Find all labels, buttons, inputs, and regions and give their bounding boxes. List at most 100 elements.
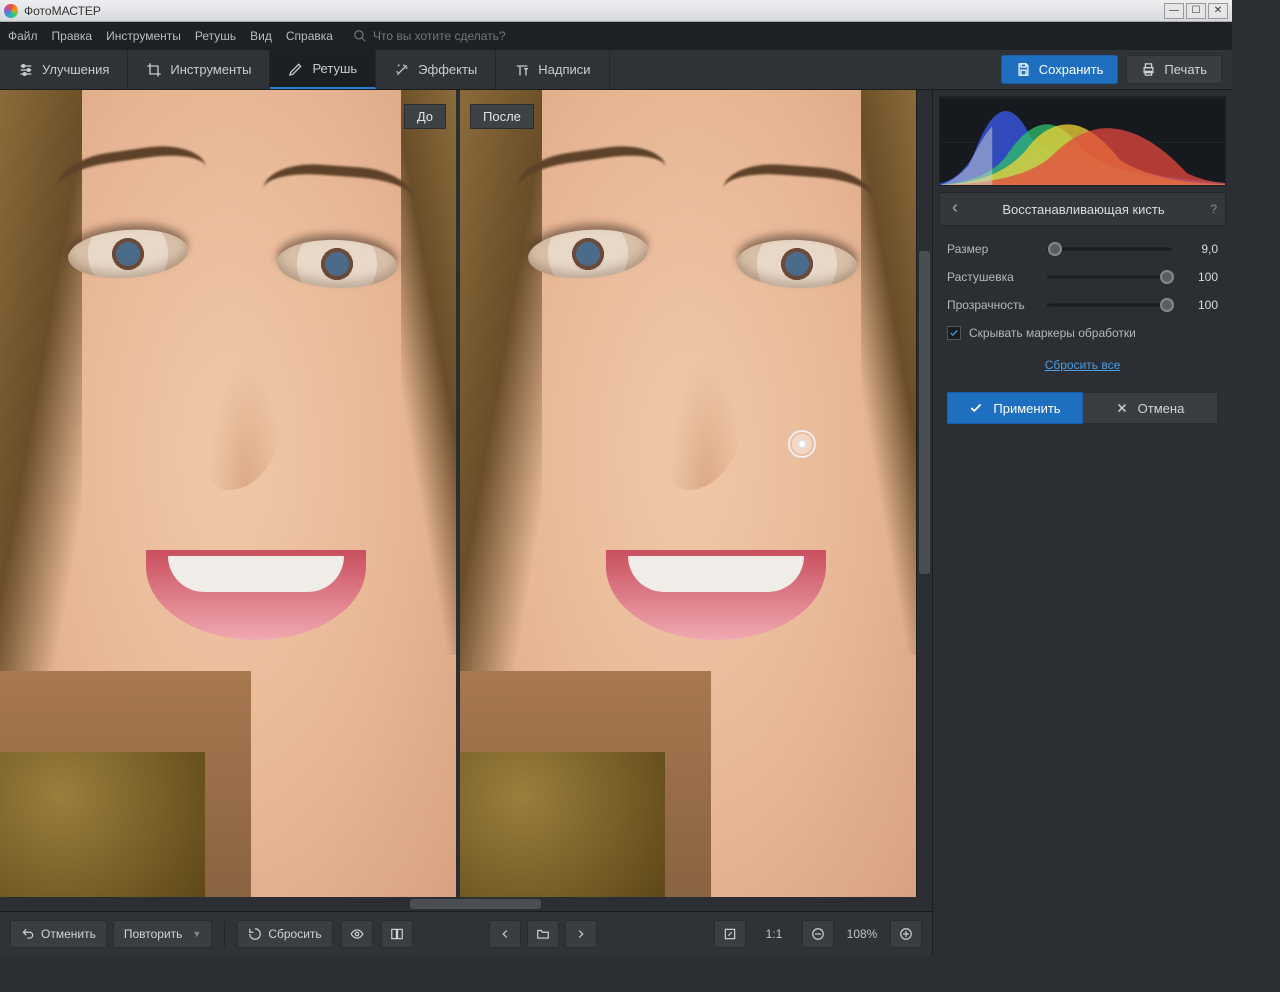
opacity-value: 100 [1182,298,1218,312]
minus-icon [811,927,825,941]
close-icon [1116,402,1128,414]
chevron-left-icon [948,201,962,215]
menu-bar: Файл Правка Инструменты Ретушь Вид Справ… [0,22,1232,50]
menu-help[interactable]: Справка [286,29,333,43]
hide-markers-checkbox[interactable] [947,326,961,340]
feather-label: Растушевка [947,270,1037,284]
photo-before [0,90,456,897]
size-slider[interactable] [1047,242,1172,256]
print-button-label: Печать [1164,62,1207,77]
horizontal-scrollbar[interactable] [0,897,932,911]
tab-enhance-label: Улучшения [42,62,109,77]
redo-label: Повторить [124,927,183,941]
nav-next-button[interactable] [565,920,597,948]
folder-icon [536,927,550,941]
app-logo-icon [4,4,18,18]
photo-after [460,90,916,897]
size-label: Размер [947,242,1037,256]
open-folder-button[interactable] [527,920,559,948]
reset-all-link[interactable]: Сбросить все [947,358,1218,372]
tab-enhance[interactable]: Улучшения [0,50,128,89]
apply-button[interactable]: Применить [947,392,1083,424]
nav-prev-button[interactable] [489,920,521,948]
tab-retouch-label: Ретушь [312,61,357,76]
before-pane[interactable]: До [0,90,456,897]
chevron-down-icon: ▼ [192,929,201,939]
reset-icon [248,927,262,941]
menu-search [353,29,573,43]
check-icon [949,328,959,338]
histogram[interactable] [939,96,1226,186]
after-pane[interactable]: После [456,90,916,897]
chevron-left-icon [498,927,512,941]
menu-tools[interactable]: Инструменты [106,29,181,43]
top-toolbar: Улучшения Инструменты Ретушь Эффекты Над… [0,50,1232,90]
crop-icon [146,62,162,78]
menu-retouch[interactable]: Ретушь [195,29,236,43]
undo-icon [21,927,35,941]
menu-edit[interactable]: Правка [52,29,93,43]
close-button[interactable]: ✕ [1208,3,1228,19]
apply-label: Применить [993,401,1060,416]
redo-button[interactable]: Повторить ▼ [113,920,213,948]
tab-tools[interactable]: Инструменты [128,50,270,89]
cancel-label: Отмена [1138,401,1185,416]
tab-retouch[interactable]: Ретушь [270,50,376,89]
app-title: ФотоМАСТЕР [24,4,101,18]
fit-screen-button[interactable] [714,920,746,948]
print-icon [1141,62,1156,77]
before-badge: До [404,104,446,129]
title-bar: ФотоМАСТЕР — ☐ ✕ [0,0,1232,22]
search-input[interactable] [373,29,573,43]
size-row: Размер 9,0 [947,242,1218,256]
viewport: До После [0,90,932,897]
save-button-label: Сохранить [1039,62,1104,77]
reset-button[interactable]: Сбросить [237,920,332,948]
panel-title: Восстанавливающая кисть [968,202,1199,217]
menu-view[interactable]: Вид [250,29,272,43]
cancel-button[interactable]: Отмена [1083,392,1218,424]
right-panel: Восстанавливающая кисть ? Размер 9,0 Рас… [932,90,1232,955]
opacity-slider[interactable] [1047,298,1172,312]
zoom-out-button[interactable] [802,920,834,948]
panel-help-button[interactable]: ? [1199,202,1217,216]
wand-icon [394,62,410,78]
minimize-button[interactable]: — [1164,3,1184,19]
compare-icon [390,927,404,941]
after-badge: После [470,104,534,129]
compare-button[interactable] [381,920,413,948]
undo-label: Отменить [41,927,96,941]
zoom-11-label[interactable]: 1:1 [752,927,796,941]
brush-icon [288,61,304,77]
zoom-value: 108% [840,927,884,941]
tab-effects[interactable]: Эффекты [376,50,496,89]
text-icon [514,62,530,78]
preview-button[interactable] [341,920,373,948]
search-icon [353,29,367,43]
tab-text[interactable]: Надписи [496,50,609,89]
feather-row: Растушевка 100 [947,270,1218,284]
opacity-label: Прозрачность [947,298,1037,312]
tab-effects-label: Эффекты [418,62,477,77]
undo-button[interactable]: Отменить [10,920,107,948]
print-button[interactable]: Печать [1126,55,1222,84]
back-button[interactable] [948,201,968,218]
tab-tools-label: Инструменты [170,62,251,77]
vertical-scrollbar[interactable] [916,90,932,897]
tab-text-label: Надписи [538,62,590,77]
feather-value: 100 [1182,270,1218,284]
maximize-button[interactable]: ☐ [1186,3,1206,19]
fit-icon [723,927,737,941]
zoom-in-button[interactable] [890,920,922,948]
save-icon [1016,62,1031,77]
bottom-toolbar: Отменить Повторить ▼ Сбросить [0,911,932,955]
reset-label: Сбросить [268,927,321,941]
plus-icon [899,927,913,941]
sliders-icon [18,62,34,78]
save-button[interactable]: Сохранить [1001,55,1119,84]
canvas-area: До После Отме [0,90,932,955]
panel-actions: Применить Отмена [947,392,1218,424]
menu-file[interactable]: Файл [8,29,38,43]
hide-markers-row: Скрывать маркеры обработки [947,326,1218,340]
feather-slider[interactable] [1047,270,1172,284]
